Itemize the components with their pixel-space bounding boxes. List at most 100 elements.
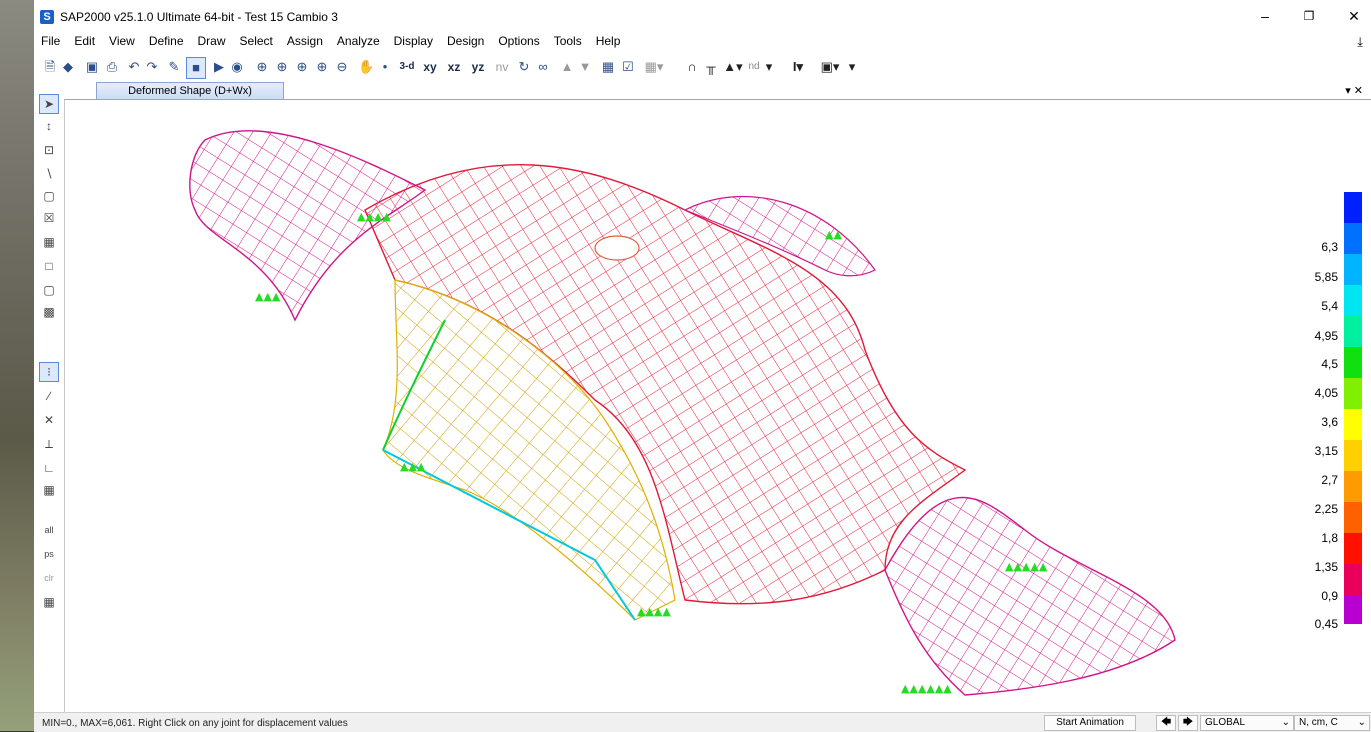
tab-deformed-shape[interactable]: Deformed Shape (D+Wx)	[96, 82, 284, 100]
undo-icon[interactable]: ↶	[126, 57, 142, 77]
frame-icon[interactable]: ∩	[684, 57, 700, 77]
tab-close-icon[interactable]: ▾ ✕	[1345, 84, 1363, 97]
display-options-icon[interactable]: ▦▾	[642, 57, 666, 77]
menu-define[interactable]: Define	[142, 32, 191, 48]
arrow-right-icon[interactable]: 🡆	[1178, 715, 1198, 731]
draw-quad-area-icon[interactable]: ▩	[39, 302, 59, 322]
minimize-icon[interactable]: –	[1250, 6, 1280, 26]
select-all-icon[interactable]: all	[39, 520, 59, 540]
section-icon[interactable]: I▾	[784, 57, 812, 77]
draw-brace-icon[interactable]: ▢	[39, 186, 59, 206]
box-icon[interactable]: ▣▾	[816, 57, 844, 77]
snap-line-icon[interactable]: ∕	[39, 386, 59, 406]
draw-cross-icon[interactable]: ☒	[39, 208, 59, 228]
legend-label: 5,4	[1321, 299, 1338, 313]
snap-joint-icon[interactable]: ⁝	[39, 362, 59, 382]
view-xz-button[interactable]: xz	[444, 57, 464, 77]
zoom-restore-icon[interactable]: ⊕	[274, 57, 290, 77]
svg-text:▲▲▲▲▲: ▲▲▲▲▲	[1005, 560, 1048, 573]
menu-edit[interactable]: Edit	[67, 32, 102, 48]
displacement-legend	[1344, 192, 1362, 624]
zoom-previous-icon[interactable]: ⊕	[294, 57, 310, 77]
menu-draw[interactable]: Draw	[191, 32, 233, 48]
restore-icon[interactable]: ❐	[1294, 6, 1324, 26]
snap-grid-icon[interactable]: ▦	[39, 480, 59, 500]
draw-rect-area-icon[interactable]: ▢	[39, 280, 59, 300]
pointer-icon[interactable]: •	[378, 57, 392, 77]
reshape-icon[interactable]: ↕	[39, 116, 59, 136]
coord-system-value: GLOBAL	[1205, 717, 1246, 728]
menu-select[interactable]: Select	[233, 32, 280, 48]
intersecting-line-icon[interactable]: ▦	[39, 592, 59, 612]
legend-label: 1,35	[1314, 560, 1338, 574]
nd-dropdown-icon[interactable]: ▾	[764, 57, 774, 77]
redo-icon[interactable]: ↷	[144, 57, 160, 77]
edit-icon[interactable]: ✎	[166, 57, 182, 77]
arrow-left-icon[interactable]: 🡄	[1156, 715, 1176, 731]
select-pointer-icon[interactable]: ➤	[39, 94, 59, 114]
clear-selection-icon[interactable]: clr	[39, 568, 59, 588]
menu-tools[interactable]: Tools	[547, 32, 589, 48]
zoom-out-icon[interactable]: ⊖	[334, 57, 350, 77]
previous-selection-icon[interactable]: ps	[39, 544, 59, 564]
down-icon[interactable]: ▼	[578, 57, 592, 77]
legend-swatch	[1344, 440, 1362, 471]
draw-grid-icon[interactable]: ▦	[39, 232, 59, 252]
menu-assign[interactable]: Assign	[280, 32, 330, 48]
legend-swatch	[1344, 254, 1362, 285]
legend-swatch	[1344, 223, 1362, 254]
close-icon[interactable]: ✕	[1339, 6, 1369, 26]
left-toolbar: ➤ ↕ ⊡ ∖ ▢ ☒ ▦ □ ▢ ▩ ⁝ ∕ ✕ ⟂ ∟ ▦ all ps c…	[34, 86, 62, 711]
legend-swatch	[1344, 378, 1362, 409]
draw-area-icon[interactable]: □	[39, 256, 59, 276]
view-nv-button[interactable]: nv	[492, 57, 512, 77]
new-icon[interactable]: 🗎	[42, 57, 58, 77]
pan-icon[interactable]: ✋	[358, 57, 374, 77]
units-select[interactable]: N, cm, C ⌄	[1294, 715, 1370, 731]
app-logo-icon: S	[40, 10, 54, 24]
menu-options[interactable]: Options	[491, 32, 546, 48]
deformed-shape-drawing: ▲▲▲ ▲▲▲▲ ▲▲ ▲▲▲ ▲▲▲▲ ▲▲▲▲▲ ▲▲▲▲▲▲	[189, 130, 1176, 696]
legend-label: 5,85	[1314, 270, 1338, 284]
menu-analyze[interactable]: Analyze	[330, 32, 387, 48]
lock-icon[interactable]: ■	[186, 57, 206, 79]
legend-swatch	[1344, 533, 1362, 564]
view-3d-button[interactable]: 3-d	[396, 57, 418, 77]
snap-midpoint-icon[interactable]: ∟	[39, 458, 59, 478]
run-options-icon[interactable]: ◉	[228, 57, 246, 77]
grid-icon[interactable]: ▦	[600, 57, 616, 77]
menu-view[interactable]: View	[102, 32, 142, 48]
more-dropdown-icon[interactable]: ▾	[846, 57, 858, 77]
menu-help[interactable]: Help	[589, 32, 628, 48]
truss-icon[interactable]: ▲▾	[722, 57, 744, 77]
legend-label: 0,45	[1314, 617, 1338, 631]
snap-intersection-icon[interactable]: ✕	[39, 410, 59, 430]
legend-swatch	[1344, 409, 1362, 440]
run-icon[interactable]: ▶	[212, 57, 226, 77]
snap-perpendicular-icon[interactable]: ⟂	[39, 434, 59, 454]
menu-display[interactable]: Display	[387, 32, 440, 48]
zoom-window-icon[interactable]: ⊕	[254, 57, 270, 77]
nd-button[interactable]: nd	[746, 57, 762, 77]
portal-icon[interactable]: ╥	[702, 57, 720, 77]
print-icon[interactable]: ⎙	[104, 57, 120, 77]
zoom-in-icon[interactable]: ⊕	[314, 57, 330, 77]
up-icon[interactable]: ▲	[560, 57, 574, 77]
perspective-icon[interactable]: ∞	[534, 57, 552, 77]
check-icon[interactable]: ☑	[620, 57, 636, 77]
start-animation-button[interactable]: Start Animation	[1044, 715, 1136, 731]
download-icon[interactable]: ⤓	[1357, 34, 1363, 50]
draw-frame-icon[interactable]: ∖	[39, 164, 59, 184]
draw-joint-icon[interactable]: ⊡	[39, 140, 59, 160]
rotate-icon[interactable]: ↻	[516, 57, 532, 77]
coord-system-select[interactable]: GLOBAL ⌄	[1200, 715, 1294, 731]
menu-file[interactable]: File	[34, 32, 67, 48]
view-xy-button[interactable]: xy	[420, 57, 440, 77]
open-icon[interactable]: ◆	[60, 57, 76, 77]
model-view[interactable]: ▲▲▲ ▲▲▲▲ ▲▲ ▲▲▲ ▲▲▲▲ ▲▲▲▲▲ ▲▲▲▲▲▲	[64, 99, 1371, 713]
legend-swatch	[1344, 564, 1362, 595]
legend-swatch	[1344, 347, 1362, 378]
save-icon[interactable]: ▣	[84, 57, 100, 77]
menu-design[interactable]: Design	[440, 32, 491, 48]
view-yz-button[interactable]: yz	[468, 57, 488, 77]
